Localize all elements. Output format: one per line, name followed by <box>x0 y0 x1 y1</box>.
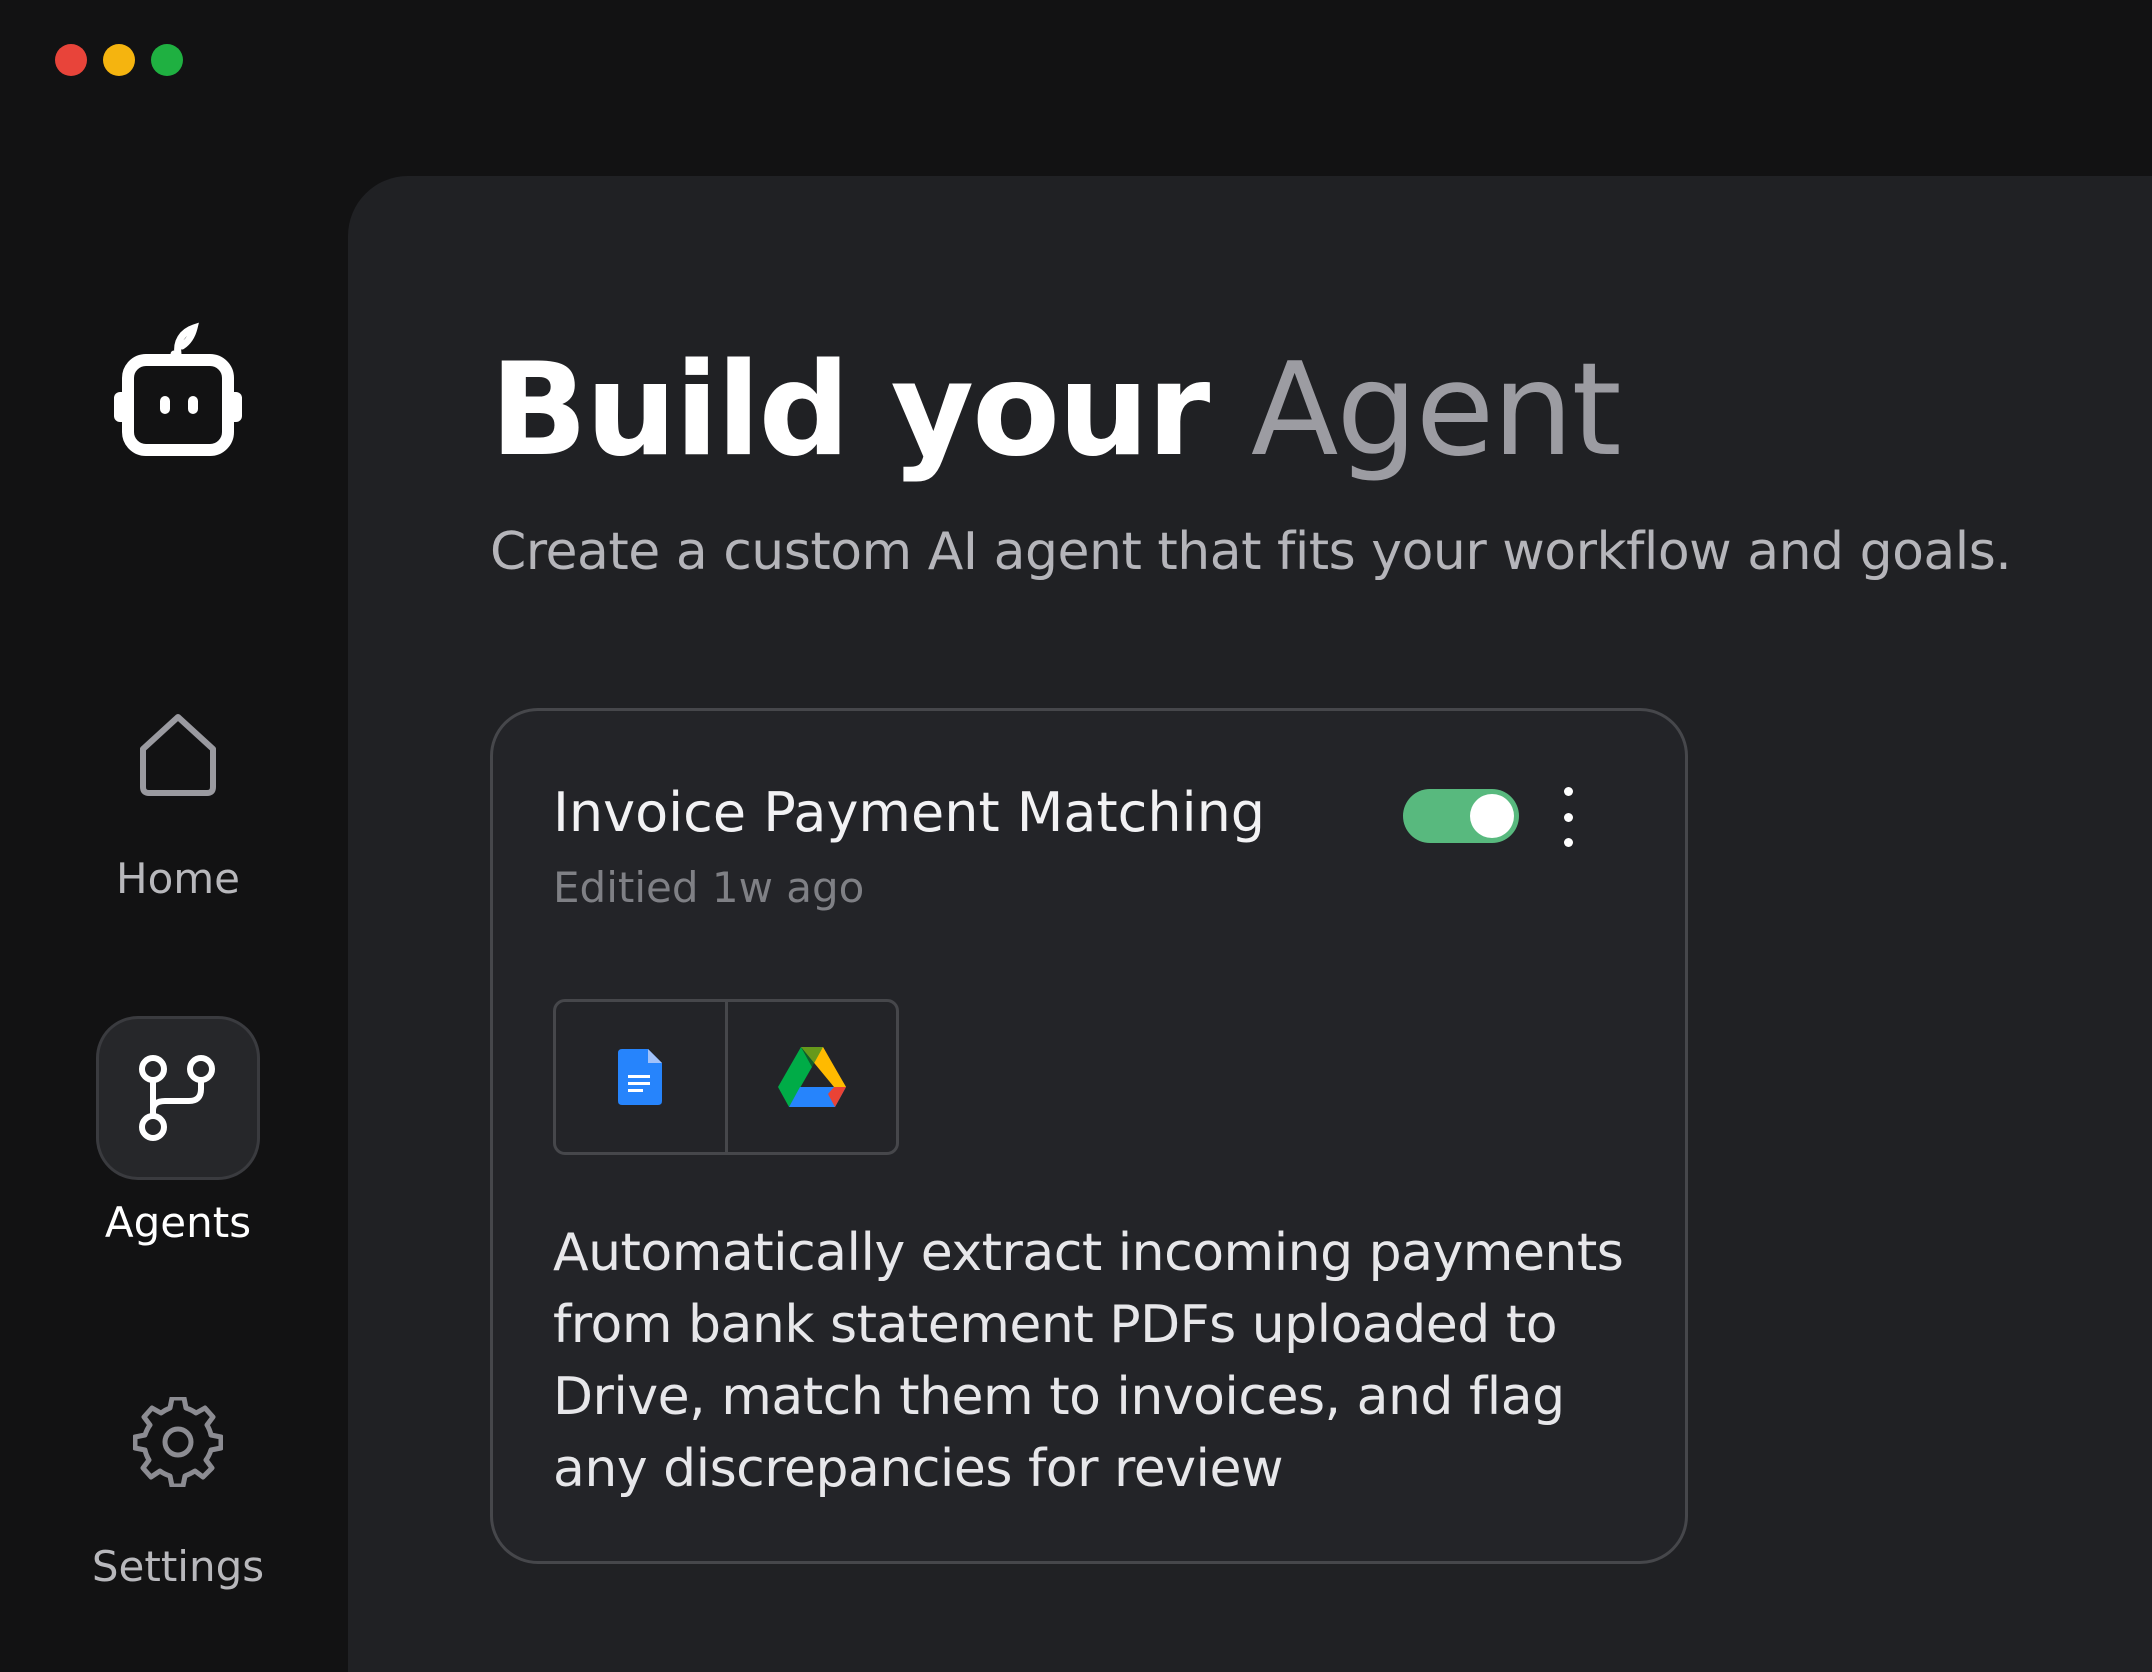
agent-card-description: Automatically extract incoming payments … <box>553 1223 1624 1499</box>
agent-card[interactable]: Invoice Payment Matching Editied 1w ago <box>490 708 1688 1564</box>
sidebar-item-settings[interactable]: Settings <box>0 1360 356 1591</box>
more-options-icon[interactable] <box>1548 781 1588 853</box>
integrations-group <box>553 999 899 1155</box>
page-title: Build your Agent <box>490 336 1622 485</box>
robot-icon[interactable] <box>108 320 248 460</box>
agent-card-title: Invoice Payment Matching <box>553 781 1266 844</box>
sidebar-item-label: Settings <box>91 1542 265 1591</box>
agent-card-edited: Editied 1w ago <box>553 863 865 912</box>
git-branch-icon <box>96 1016 260 1180</box>
sidebar-item-home[interactable]: Home <box>0 672 356 903</box>
google-docs-icon[interactable] <box>556 1002 725 1152</box>
sidebar: Home Agents Settings <box>0 0 348 1672</box>
app-window: Home Agents Settings Build your Agent Cr… <box>0 0 2152 1672</box>
main-panel: Build your Agent Create a custom AI agen… <box>348 176 2152 1672</box>
toggle-knob <box>1470 794 1514 838</box>
page-title-primary: Build your <box>490 336 1210 485</box>
sidebar-item-label: Home <box>115 854 241 903</box>
home-icon <box>96 672 260 836</box>
page-title-accent: Agent <box>1250 336 1622 485</box>
sidebar-item-agents[interactable]: Agents <box>0 1016 356 1247</box>
agent-enabled-toggle[interactable] <box>1403 789 1519 843</box>
google-drive-icon[interactable] <box>724 1002 897 1152</box>
gear-icon <box>96 1360 260 1524</box>
sidebar-item-label: Agents <box>104 1198 252 1247</box>
page-subtitle: Create a custom AI agent that fits your … <box>490 522 2012 582</box>
